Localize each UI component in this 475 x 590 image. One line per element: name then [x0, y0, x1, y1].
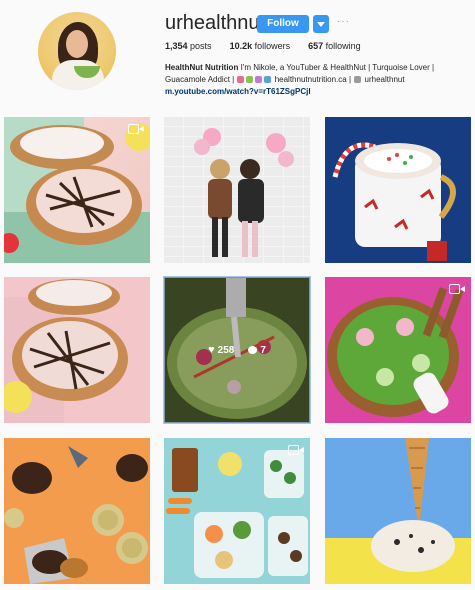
- post-tile[interactable]: [325, 438, 471, 584]
- camera-emoji-icon: [354, 76, 362, 83]
- heart-icon: ♥: [208, 344, 215, 356]
- ice-cream-cone-photo: [325, 438, 471, 584]
- salad-bowl-photo: [325, 277, 471, 423]
- bio-line-2a: Guacamole Addict |: [165, 75, 235, 84]
- post-tile[interactable]: [164, 117, 310, 263]
- avocado-emoji-icon: [246, 76, 254, 83]
- video-icon: [128, 123, 144, 135]
- chocolate-cups-photo: [4, 438, 150, 584]
- post-hover-overlay: ♥ 258 7: [164, 277, 310, 423]
- tart-photo: [4, 117, 150, 263]
- posts-stat: 1,354 posts: [165, 41, 212, 51]
- bio-line-1: I'm Nikole, a YouTuber & HealthNut | Tur…: [240, 63, 435, 72]
- post-tile[interactable]: [325, 117, 471, 263]
- hot-chocolate-photo: [325, 117, 471, 263]
- laptop-emoji-icon: [264, 76, 272, 83]
- video-icon: [449, 283, 465, 295]
- following-stat[interactable]: 657 following: [308, 41, 361, 51]
- post-tile[interactable]: [164, 438, 310, 584]
- follow-button[interactable]: Follow: [257, 15, 309, 33]
- profile-avatar[interactable]: [38, 12, 116, 90]
- profile-username: urhealthnut: [165, 12, 266, 34]
- bio-handle: urhealthnut: [364, 75, 405, 84]
- friends-photo: [164, 117, 310, 263]
- comments-count: 7: [248, 345, 266, 356]
- followers-stat[interactable]: 10.2k followers: [230, 41, 291, 51]
- post-tile[interactable]: [325, 277, 471, 423]
- profile-stats: 1,354 posts 10.2k followers 657 followin…: [165, 41, 361, 51]
- eggplant-emoji-icon: [255, 76, 263, 83]
- post-tile[interactable]: [4, 277, 150, 423]
- post-tile[interactable]: [4, 117, 150, 263]
- profile-bio: HealthNut Nutrition I'm Nikole, a YouTub…: [165, 62, 465, 98]
- bio-website[interactable]: healthnutnutrition.ca |: [275, 75, 351, 84]
- suggested-dropdown-button[interactable]: [313, 15, 329, 33]
- video-icon: [288, 444, 304, 456]
- meal-prep-photo: [164, 438, 310, 584]
- bio-name: HealthNut Nutrition: [165, 63, 239, 72]
- tart-photo: [4, 277, 150, 423]
- post-tile-hovered[interactable]: ♥ 258 7: [163, 276, 311, 424]
- likes-count: ♥ 258: [208, 344, 235, 356]
- more-options-icon[interactable]: ···: [337, 16, 350, 27]
- bio-link[interactable]: m.youtube.com/watch?v=rT61ZSgPCjI: [165, 87, 311, 96]
- post-tile[interactable]: [4, 438, 150, 584]
- candy-emoji-icon: [237, 76, 245, 83]
- comment-icon: [248, 345, 258, 354]
